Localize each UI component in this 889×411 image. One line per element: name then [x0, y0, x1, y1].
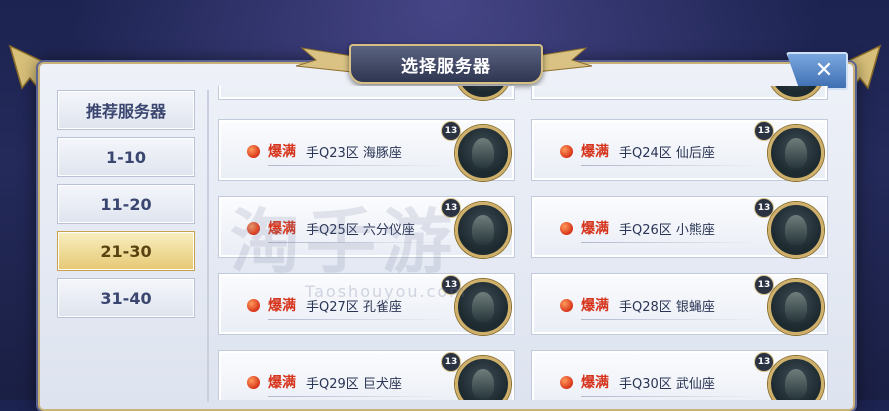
close-icon: ✕ — [814, 58, 834, 83]
server-card[interactable]: 爆满 手Q23区 海豚座 13 — [218, 119, 515, 181]
status-dot-icon — [247, 376, 260, 389]
server-card[interactable]: 爆满 手Q28区 银蝇座 13 — [531, 273, 828, 335]
title-right-wing-ornament — [536, 47, 593, 73]
sidebar-item-recommended[interactable]: 推荐服务器 — [57, 90, 195, 130]
level-badge: 13 — [754, 198, 774, 218]
sidebar-item-label: 21-30 — [100, 241, 152, 261]
server-status: 爆满 — [581, 144, 609, 160]
status-dot-icon — [560, 299, 573, 312]
card-divider — [581, 396, 761, 397]
level-badge: 13 — [441, 352, 461, 372]
server-name: 手Q26区 小熊座 — [619, 223, 715, 238]
card-divider — [268, 396, 448, 397]
server-card[interactable]: 爆满 手Q29区 巨犬座 13 — [218, 350, 515, 400]
server-avatar-icon — [768, 125, 824, 181]
watermark-sub: Taoshouyou.com — [305, 282, 467, 301]
sidebar-item-label: 31-40 — [100, 288, 152, 308]
status-dot-icon — [560, 145, 573, 158]
card-divider — [581, 242, 761, 243]
server-status: 爆满 — [268, 298, 296, 314]
card-divider — [268, 165, 448, 166]
server-avatar-icon — [768, 279, 824, 335]
level-badge: 13 — [441, 121, 461, 141]
server-status: 爆满 — [581, 298, 609, 314]
sidebar-item-label: 1-10 — [105, 147, 147, 167]
server-status: 爆满 — [581, 221, 609, 237]
sidebar-item-1-10[interactable]: 1-10 — [57, 137, 195, 177]
server-card[interactable]: 爆满 手Q30区 武仙座 13 — [531, 350, 828, 400]
card-divider — [581, 319, 761, 320]
server-avatar-icon — [455, 202, 511, 258]
server-name: 手Q30区 武仙座 — [619, 377, 715, 392]
level-badge: 13 — [754, 352, 774, 372]
server-name: 手Q23区 海豚座 — [306, 146, 402, 161]
server-status: 爆满 — [581, 375, 609, 391]
dialog-title-plate: 选择服务器 — [349, 44, 543, 84]
watermark-main: 淘手游 — [230, 201, 458, 283]
sidebar-item-label: 推荐服务器 — [85, 102, 166, 121]
status-dot-icon — [560, 376, 573, 389]
server-range-sidebar: 推荐服务器 1-10 11-20 21-30 31-40 — [57, 90, 197, 325]
level-badge: 13 — [754, 121, 774, 141]
server-card[interactable]: 爆满 手Q26区 小熊座 13 — [531, 196, 828, 258]
server-name: 手Q28区 银蝇座 — [619, 300, 715, 315]
server-status: 爆满 — [268, 144, 296, 160]
server-name: 手Q24区 仙后座 — [619, 146, 715, 161]
server-avatar-icon — [768, 86, 824, 100]
level-badge: 13 — [754, 275, 774, 295]
sidebar-item-21-30[interactable]: 21-30 — [57, 231, 195, 271]
server-card-partial[interactable] — [531, 86, 828, 100]
server-card[interactable]: 爆满 手Q24区 仙后座 13 — [531, 119, 828, 181]
status-dot-icon — [247, 145, 260, 158]
server-avatar-icon — [768, 356, 824, 400]
title-left-wing-ornament — [295, 47, 352, 73]
sidebar-item-11-20[interactable]: 11-20 — [57, 184, 195, 224]
server-avatar-icon — [455, 86, 511, 100]
sidebar-item-31-40[interactable]: 31-40 — [57, 278, 195, 318]
card-divider — [581, 165, 761, 166]
panel-divider — [207, 90, 209, 402]
dialog-title: 选择服务器 — [401, 56, 491, 77]
server-card-partial[interactable] — [218, 86, 515, 100]
server-avatar-icon — [455, 125, 511, 181]
server-avatar-icon — [768, 202, 824, 258]
server-name: 手Q29区 巨犬座 — [306, 377, 402, 392]
sidebar-item-label: 11-20 — [100, 194, 152, 214]
card-divider — [268, 319, 448, 320]
server-status: 爆满 — [268, 375, 296, 391]
status-dot-icon — [560, 222, 573, 235]
status-dot-icon — [247, 299, 260, 312]
server-avatar-icon — [455, 356, 511, 400]
